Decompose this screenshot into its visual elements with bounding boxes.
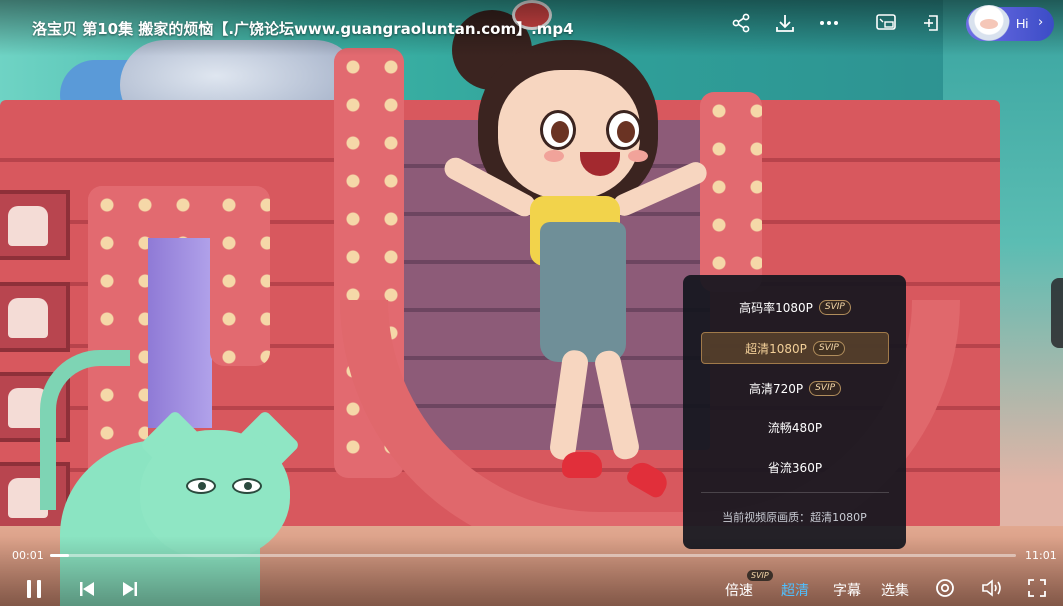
quality-option[interactable]: 省流360P	[701, 451, 889, 483]
assistant-avatar	[968, 5, 1010, 43]
character-girl-cheek	[628, 150, 648, 162]
character-girl-cheek	[544, 150, 564, 162]
original-quality-note: 当前视频原画质：超清1080P	[722, 511, 867, 524]
fullscreen-icon[interactable]	[1025, 576, 1049, 600]
scene-star-post	[700, 92, 762, 292]
quality-button[interactable]: 超清	[781, 580, 809, 600]
current-time: 00:01	[12, 549, 44, 562]
side-panel-handle[interactable]	[1051, 278, 1063, 348]
chevron-right-icon: ›	[1038, 15, 1044, 30]
scene-drawer	[0, 190, 70, 260]
speed-button[interactable]: 倍速	[725, 580, 753, 600]
character-cat-eye	[232, 478, 262, 494]
svip-badge: SVIP	[818, 299, 851, 315]
quality-menu: 高码率1080P SVIP 超清1080P SVIP 高清720P SVIP 流…	[683, 275, 906, 549]
quality-option[interactable]: 高码率1080P SVIP	[701, 291, 889, 323]
subtitle-button[interactable]: 字幕	[833, 580, 861, 600]
quality-option-label: 高清720P	[748, 381, 804, 396]
more-icon[interactable]	[817, 11, 841, 35]
svip-badge: SVIP	[812, 340, 845, 356]
scene-drawer	[0, 282, 70, 352]
character-girl-shoe	[562, 452, 602, 478]
next-button[interactable]	[119, 576, 141, 602]
character-girl-eye	[540, 110, 576, 150]
character-cat-eye	[186, 478, 216, 494]
duration: 11:01	[1025, 549, 1057, 562]
scene-curtain	[148, 238, 212, 428]
top-bar: 洛宝贝 第10集 搬家的烦恼【.广饶论坛www.guangraoluntan.c…	[0, 0, 1063, 56]
quality-option-selected[interactable]: 超清1080P SVIP	[701, 332, 889, 364]
previous-button[interactable]	[76, 576, 98, 602]
divider	[701, 492, 889, 493]
quality-option-label: 流畅480P	[767, 420, 823, 435]
pin-icon[interactable]	[920, 11, 944, 35]
character-girl-eye	[606, 110, 642, 150]
volume-icon[interactable]	[980, 576, 1004, 600]
character-girl-overalls	[540, 222, 626, 362]
video-player[interactable]: 洛宝贝 第10集 搬家的烦恼【.广饶论坛www.guangraoluntan.c…	[0, 0, 1063, 606]
danmaku-settings-icon[interactable]	[933, 576, 957, 600]
quality-option-label: 省流360P	[767, 460, 823, 475]
svip-badge: SVIP	[809, 380, 842, 396]
quality-option-label: 高码率1080P	[739, 300, 813, 315]
share-icon[interactable]	[729, 11, 753, 35]
quality-option[interactable]: 流畅480P	[701, 411, 889, 443]
episodes-button[interactable]: 选集	[881, 580, 909, 600]
pause-button[interactable]	[22, 576, 46, 602]
progress-bar[interactable]	[50, 554, 1016, 557]
assistant-label: Hi	[1016, 16, 1029, 31]
download-icon[interactable]	[773, 11, 797, 35]
screen-cast-icon[interactable]	[874, 11, 898, 35]
scene-star-letter	[210, 186, 270, 366]
quality-option[interactable]: 高清720P SVIP	[701, 372, 889, 404]
assistant-button[interactable]: Hi ›	[966, 5, 1054, 43]
quality-option-label: 超清1080P	[745, 341, 807, 356]
video-title: 洛宝贝 第10集 搬家的烦恼【.广饶论坛www.guangraoluntan.c…	[32, 20, 574, 38]
progress-fill	[50, 554, 70, 557]
